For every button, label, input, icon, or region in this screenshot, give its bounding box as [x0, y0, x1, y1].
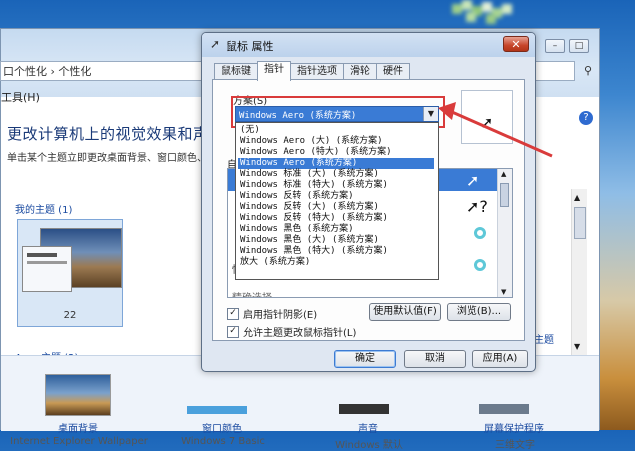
mouse-icon: ➚ — [210, 37, 221, 51]
help-cursor-icon: ➚? — [466, 197, 488, 216]
dialog-tabs: 鼠标键 指针 指针选项 滑轮 硬件 — [214, 61, 410, 81]
tab-pointer-options[interactable]: 指针选项 — [290, 63, 344, 80]
sound-link[interactable]: 声音 — [323, 420, 413, 435]
window-color-value: Windows 7 Basic — [181, 436, 265, 447]
list-item[interactable]: 放大 (系统方案) — [238, 257, 434, 268]
sound-value: Windows 默认 — [335, 440, 403, 451]
search-icon[interactable]: ⚲ — [584, 64, 592, 77]
theme-tile[interactable]: 22 — [17, 219, 123, 327]
page-heading: 更改计算机上的视觉效果和声音 — [7, 125, 225, 143]
page-subtext: 单击某个主题立即更改桌面背景、窗口颜色、 — [7, 153, 207, 164]
desktop-background-icon[interactable] — [45, 374, 111, 416]
side-link[interactable]: 主题 — [534, 331, 554, 346]
browse-button[interactable]: 浏览(B)... — [447, 303, 511, 321]
list-item[interactable]: Windows Aero (特大) (系统方案) — [238, 147, 434, 158]
desktop-background-value: Internet Explorer Wallpaper — [10, 436, 148, 447]
chevron-down-icon[interactable]: ▼ — [423, 107, 438, 121]
ok-button[interactable]: 确定 — [334, 350, 396, 368]
scheme-label: 方案(S) — [233, 96, 268, 107]
pointer-preview: ➚ — [461, 90, 513, 144]
enable-shadow-label: 启用指针阴影(E) — [243, 310, 318, 321]
dialog-title: 鼠标 属性 — [226, 40, 274, 53]
allow-theme-label: 允许主题更改鼠标指针(L) — [243, 328, 357, 339]
tab-wheel[interactable]: 滑轮 — [343, 63, 377, 80]
mouse-properties-dialog: ➚ 鼠标 属性 ✕ 鼠标键 指针 指针选项 滑轮 硬件 方案(S) Window… — [201, 32, 536, 372]
list-item[interactable]: Windows 标准 (大) (系统方案) — [238, 169, 434, 180]
enable-shadow-checkbox[interactable]: ✓ 启用指针阴影(E) — [227, 306, 317, 321]
tab-pointers[interactable]: 指针 — [257, 61, 291, 81]
list-item-selected[interactable]: Windows Aero (系统方案) — [238, 158, 434, 169]
screensaver-value: 三维文字 — [495, 440, 535, 451]
busy-cursor-icon — [474, 259, 486, 271]
close-button[interactable]: ✕ — [503, 36, 529, 52]
window-color-icon[interactable] — [187, 406, 247, 414]
checkbox-checked[interactable]: ✓ — [227, 325, 239, 338]
normal-cursor-icon: ➚ — [466, 171, 480, 190]
list-item[interactable]: (无) — [238, 125, 434, 136]
pointers-panel: 方案(S) Windows Aero (系统方案) ▼ ➚ 自 ➚ ➚? 忙 精… — [212, 79, 525, 341]
address-path: 口个性化 › 个性化 — [3, 65, 92, 78]
list-item[interactable]: Windows 反转 (系统方案) — [238, 191, 434, 202]
desktop-background-link[interactable]: 桌面背景 — [33, 420, 123, 435]
menu-tools[interactable]: 工具(H) — [1, 89, 40, 105]
list-item[interactable]: Windows 标准 (特大) (系统方案) — [238, 180, 434, 191]
themes-scrollbar[interactable]: ▲ ▼ — [571, 189, 587, 355]
scheme-select[interactable]: Windows Aero (系统方案) ▼ — [235, 106, 439, 122]
list-item[interactable]: Windows 反转 (大) (系统方案) — [238, 202, 434, 213]
scheme-selected-value: Windows Aero (系统方案) — [239, 111, 357, 121]
tab-buttons[interactable]: 鼠标键 — [214, 63, 258, 80]
sound-icon[interactable] — [339, 404, 389, 414]
cursor-list-scrollbar[interactable]: ▲ ▼ — [497, 169, 512, 297]
apply-button[interactable]: 应用(A) — [472, 350, 528, 368]
list-item[interactable]: Windows 黑色 (大) (系统方案) — [238, 235, 434, 246]
screensaver-link[interactable]: 屏幕保护程序 — [469, 420, 559, 435]
maximize-button[interactable]: □ — [569, 39, 589, 53]
list-item[interactable]: Windows 反转 (特大) (系统方案) — [238, 213, 434, 224]
list-item[interactable]: Windows Aero (大) (系统方案) — [238, 136, 434, 147]
checkbox-checked[interactable]: ✓ — [227, 307, 239, 320]
list-item[interactable]: Windows 黑色 (系统方案) — [238, 224, 434, 235]
scheme-dropdown-list[interactable]: (无) Windows Aero (大) (系统方案) Windows Aero… — [235, 122, 439, 280]
cancel-button[interactable]: 取消 — [404, 350, 466, 368]
allow-theme-checkbox[interactable]: ✓ 允许主题更改鼠标指针(L) — [227, 324, 356, 339]
list-item[interactable]: Windows 黑色 (特大) (系统方案) — [238, 246, 434, 257]
screensaver-icon[interactable] — [479, 404, 529, 414]
theme-window-preview — [22, 246, 72, 292]
precision-select-label: 精确选择 — [232, 289, 272, 297]
theme-number: 22 — [63, 310, 77, 321]
working-cursor-icon — [474, 227, 486, 239]
blurred-region — [452, 0, 522, 26]
arrow-cursor-icon: ➚ — [480, 113, 494, 132]
window-color-link[interactable]: 窗口颜色 — [177, 420, 267, 435]
dialog-titlebar[interactable]: ➚ 鼠标 属性 ✕ — [202, 33, 535, 57]
my-themes-label: 我的主题 (1) — [15, 205, 73, 216]
tab-hardware[interactable]: 硬件 — [376, 63, 410, 80]
help-icon[interactable]: ? — [579, 111, 593, 125]
use-default-button[interactable]: 使用默认值(F) — [369, 303, 441, 321]
minimize-button[interactable]: – — [545, 39, 565, 53]
close-icon: ✕ — [511, 38, 521, 51]
